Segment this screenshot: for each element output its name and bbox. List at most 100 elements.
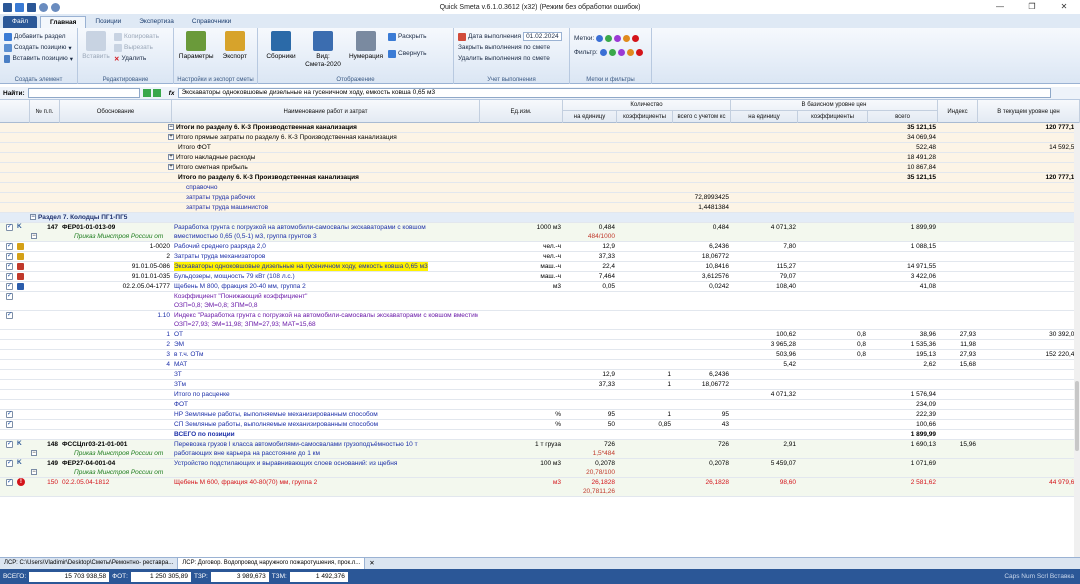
table-row[interactable]: ФОТ 234,09 — [0, 400, 1080, 410]
doc-tab-1[interactable]: ЛСР: C:\Users\Vladimir\Desktop\Сметы\Рем… — [0, 558, 179, 569]
close-executions-button[interactable]: Закрыть выполнения по смете — [458, 42, 565, 53]
expand-toggle-icon[interactable]: + — [168, 134, 174, 141]
params-button[interactable]: Параметры — [178, 31, 215, 61]
add-section-button[interactable]: Добавить раздел — [4, 31, 73, 42]
header-basis[interactable]: Обоснование — [60, 100, 172, 123]
row-checkbox[interactable] — [6, 251, 13, 260]
table-row[interactable]: затраты труда машинистов 1,4481384 — [0, 203, 1080, 213]
scroll-thumb[interactable] — [1075, 381, 1079, 451]
table-row[interactable]: + Итого прямые затраты по разделу 6. К-3 … — [0, 133, 1080, 143]
insert-position-button[interactable]: Вставить позицию ▾ — [4, 53, 73, 64]
new-file-icon[interactable] — [15, 2, 24, 12]
table-row[interactable]: НР Земляные работы, выполняемые механизи… — [0, 409, 1080, 420]
table-row[interactable]: затраты труда рабочих 72,8993425 — [0, 193, 1080, 203]
vertical-scrollbar[interactable] — [1074, 123, 1080, 557]
expand-button[interactable]: Раскрыть — [388, 31, 427, 42]
tab-file[interactable]: Файл — [3, 16, 37, 28]
numbering-button[interactable]: Нумерация — [346, 31, 386, 69]
collapse-toggle-icon[interactable]: − — [30, 214, 36, 221]
tab-close-icon[interactable]: ✕ — [365, 558, 378, 569]
find-prev-icon[interactable] — [152, 89, 161, 97]
header-name[interactable]: Наименование работ и затрат — [172, 100, 480, 123]
table-row[interactable]: + Итого сметная прибыль 10 867,84 — [0, 163, 1080, 173]
table-row[interactable]: − Итоги по разделу 6. К-3 Производственна… — [0, 123, 1080, 133]
maximize-button[interactable]: ❐ — [1016, 0, 1048, 14]
table-row[interactable]: 91.01.05-086 Экскаваторы одноковшовые диз… — [0, 261, 1080, 272]
header-qty-coef[interactable]: коэффициенты — [617, 111, 673, 123]
table-row[interactable]: ВСЕГО по позиции 1 899,99 — [0, 430, 1080, 440]
row-checkbox[interactable] — [6, 261, 13, 270]
execution-date[interactable]: Дата выполнения 01.02.2024 — [458, 31, 565, 42]
header-index[interactable]: Индекс — [938, 100, 978, 123]
mark-red-icon[interactable] — [632, 34, 640, 42]
view-button[interactable]: Вид: Смета-2020 — [302, 31, 344, 69]
delete-button[interactable]: ✕ Удалить — [114, 53, 159, 64]
header-num[interactable]: № п.п. — [30, 100, 60, 123]
table-row[interactable]: K 147 ФЕР01-01-013-09 Приказ Минстроя Росси… — [0, 222, 1080, 242]
header-base-coef[interactable]: коэффициенты — [798, 111, 868, 123]
mark-blue-icon[interactable] — [596, 34, 604, 42]
find-next-icon[interactable] — [142, 89, 151, 97]
header-base-unit[interactable]: на единицу — [731, 111, 798, 123]
expand-toggle-icon[interactable]: − — [31, 469, 37, 475]
table-row[interactable]: ЗТ 12,9 1 6,2436 — [0, 370, 1080, 380]
filter-orange-icon[interactable] — [626, 48, 634, 56]
table-row[interactable]: − Раздел 7. Колодцы ПГ1-ПГ5 — [0, 213, 1080, 223]
close-button[interactable]: ✕ — [1048, 0, 1080, 14]
find-input[interactable] — [27, 88, 140, 98]
filter-purple-icon[interactable] — [617, 48, 625, 56]
filter-green-icon[interactable] — [608, 48, 616, 56]
row-checkbox[interactable] — [6, 458, 13, 467]
tab-home[interactable]: Главная — [39, 16, 87, 28]
save-icon[interactable] — [27, 2, 36, 12]
tab-references[interactable]: Справочники — [183, 16, 240, 28]
table-row[interactable]: 1.10 Индекс "Разработка грунта с погрузко… — [0, 310, 1080, 330]
table-row[interactable]: ! 150 02.2.05.04-1812 Щебень М 600, фракция… — [0, 477, 1080, 497]
row-checkbox[interactable] — [6, 439, 13, 448]
cut-button[interactable]: Вырезать — [114, 42, 159, 53]
table-row[interactable]: ЗТм 37,33 1 18,06772 — [0, 380, 1080, 390]
table-row[interactable]: 91.01.01-035 Бульдозеры, мощность 79 кВт … — [0, 271, 1080, 282]
mark-purple-icon[interactable] — [614, 34, 622, 42]
table-row[interactable]: 1 ОТ 100,62 0,8 38,96 27,93 30 392,03 — [0, 330, 1080, 340]
collapse-button[interactable]: Свернуть — [388, 48, 427, 59]
expand-toggle-icon[interactable]: − — [31, 233, 37, 239]
table-row[interactable]: справочно — [0, 183, 1080, 193]
header-qty-total[interactable]: всего с учетом кс — [673, 111, 731, 123]
create-position-button[interactable]: Создать позицию ▾ — [4, 42, 73, 53]
tab-expertise[interactable]: Экспертиза — [130, 16, 183, 28]
table-row[interactable]: Коэффициент "Понижающий коэффициент" ОЗП=… — [0, 291, 1080, 311]
row-checkbox[interactable] — [6, 222, 13, 231]
table-row[interactable]: 3 в т.ч. ОТм 503,96 0,8 195,13 27,93 152 220,4… — [0, 350, 1080, 360]
table-row[interactable]: K 148 ФССЦпг03-21-01-001 Приказ Минстроя Ро… — [0, 439, 1080, 459]
table-row[interactable]: 4 МАТ 5,42 2,62 15,68 — [0, 360, 1080, 370]
table-row[interactable]: 2 ЭМ 3 965,28 0,8 1 535,36 11,98 — [0, 340, 1080, 350]
table-row[interactable]: СП Земляные работы, выполняемые механизи… — [0, 419, 1080, 430]
row-checkbox[interactable] — [6, 477, 13, 486]
table-row[interactable]: 2 Затраты труда механизаторов чел.-ч 37,33 1… — [0, 251, 1080, 262]
table-row[interactable]: Итого по расценке 4 071,32 1 576,94 — [0, 390, 1080, 400]
table-row[interactable]: Итого по разделу 6. К-3 Производственная… — [0, 173, 1080, 183]
table-row[interactable]: + Итого накладные расходы 18 491,28 — [0, 153, 1080, 163]
filter-blue-icon[interactable] — [599, 48, 607, 56]
expand-toggle-icon[interactable]: − — [168, 124, 174, 131]
undo-icon[interactable] — [39, 2, 48, 12]
collections-button[interactable]: Сборники — [262, 31, 300, 69]
table-row[interactable]: K 149 ФЕР27-04-001-04 Приказ Минстроя Росси… — [0, 458, 1080, 478]
row-checkbox[interactable] — [6, 281, 13, 290]
header-current[interactable]: В текущем уровне цен — [978, 100, 1080, 123]
table-row[interactable]: 1-0020 Рабочий среднего разряда 2,0 чел.-ч… — [0, 241, 1080, 252]
row-checkbox[interactable] — [6, 241, 13, 250]
section-title[interactable]: − Раздел 7. Колодцы ПГ1-ПГ5 — [30, 213, 430, 222]
tab-positions[interactable]: Позиции — [86, 16, 130, 28]
export-button[interactable]: Экспорт — [217, 31, 254, 61]
header-base-total[interactable]: всего — [868, 111, 938, 123]
paste-button[interactable]: Вставить — [82, 31, 110, 64]
formula-input[interactable]: Экскаваторы одноковшовые дизельные на гу… — [178, 88, 1052, 98]
remove-executions-button[interactable]: Удалить выполнения по смете — [458, 53, 565, 64]
mark-green-icon[interactable] — [605, 34, 613, 42]
mark-orange-icon[interactable] — [623, 34, 631, 42]
row-checkbox[interactable] — [6, 419, 13, 428]
copy-button[interactable]: Копировать — [114, 31, 159, 42]
header-unit[interactable]: Ед.изм. — [480, 100, 563, 123]
